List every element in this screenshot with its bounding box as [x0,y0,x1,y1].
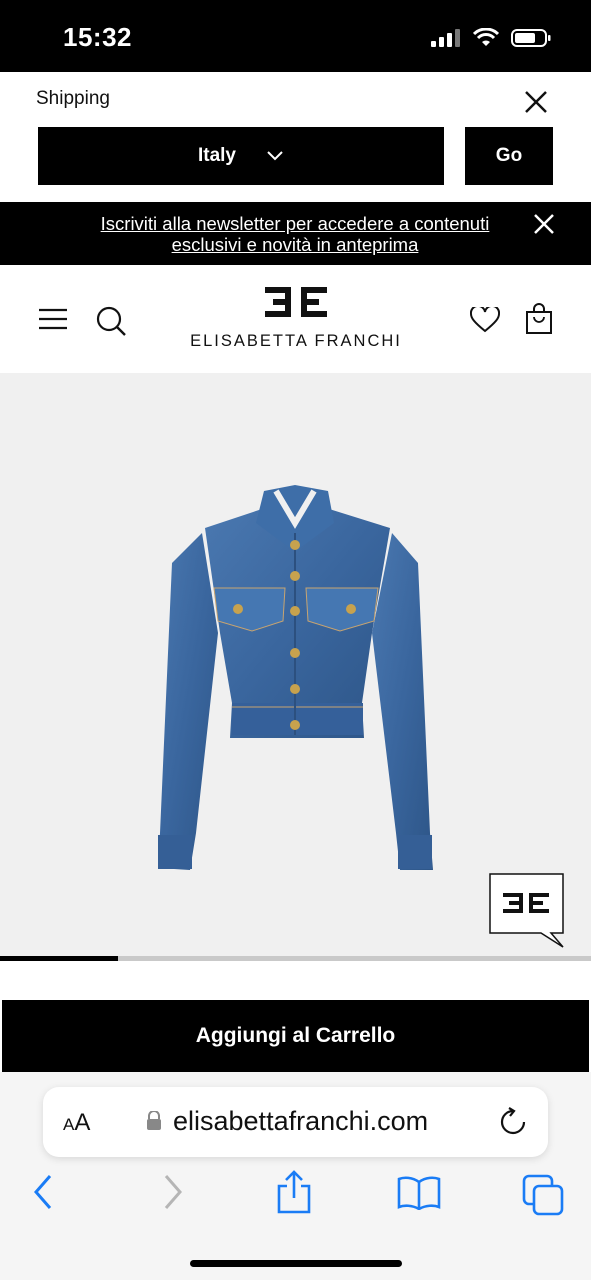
chevron-down-icon [267,151,283,161]
battery-icon [511,29,551,47]
go-button[interactable]: Go [465,127,553,185]
reload-icon[interactable] [498,1107,528,1137]
tabs-icon[interactable] [522,1174,564,1216]
newsletter-banner: Iscriviti alla newsletter per accedere a… [0,202,591,265]
chat-icon[interactable] [489,873,565,949]
signal-icon [431,29,460,47]
search-icon[interactable] [95,305,127,337]
country-select[interactable]: Italy [38,127,444,185]
text-size-button[interactable]: AA [63,1109,90,1137]
share-icon[interactable] [276,1170,312,1214]
status-time: 15:32 [63,22,132,52]
country-value: Italy [197,145,237,166]
shipping-label: Shipping [36,88,110,109]
text-size-large: A [74,1109,91,1136]
close-icon[interactable] [532,212,556,236]
product-image-area[interactable] [0,373,591,956]
heart-icon[interactable] [470,307,500,333]
bag-icon[interactable] [525,303,553,335]
url-text: elisabettafranchi.com [173,1106,429,1136]
address-bar[interactable]: AA elisabettafranchi.com [43,1087,548,1157]
denim-jacket-image [158,485,433,870]
brand-logo[interactable]: ELISABETTA FRANCHI [190,287,402,351]
add-to-cart-button[interactable]: Aggiungi al Carrello [2,1000,589,1072]
status-icons [431,28,551,48]
close-icon[interactable] [522,88,550,116]
site-header: ELISABETTA FRANCHI [0,265,591,373]
forward-icon[interactable] [160,1172,184,1212]
newsletter-link[interactable]: Iscriviti alla newsletter per accedere a… [100,213,490,255]
brand-name: ELISABETTA FRANCHI [190,332,402,350]
carousel-indicator [0,956,591,961]
shipping-panel: Shipping Italy Go [0,72,591,202]
logo-icon [265,287,327,317]
wifi-icon [473,28,499,46]
bookmarks-icon[interactable] [397,1176,441,1210]
home-indicator [190,1260,402,1267]
back-icon[interactable] [32,1172,56,1212]
status-bar: 15:32 [0,0,591,72]
carousel-indicator-fill [0,956,119,961]
browser-toolbar: AA elisabettafranchi.com [0,1072,591,1280]
text-size-small: A [63,1115,75,1134]
lock-icon [147,1111,161,1130]
menu-icon[interactable] [38,307,68,331]
